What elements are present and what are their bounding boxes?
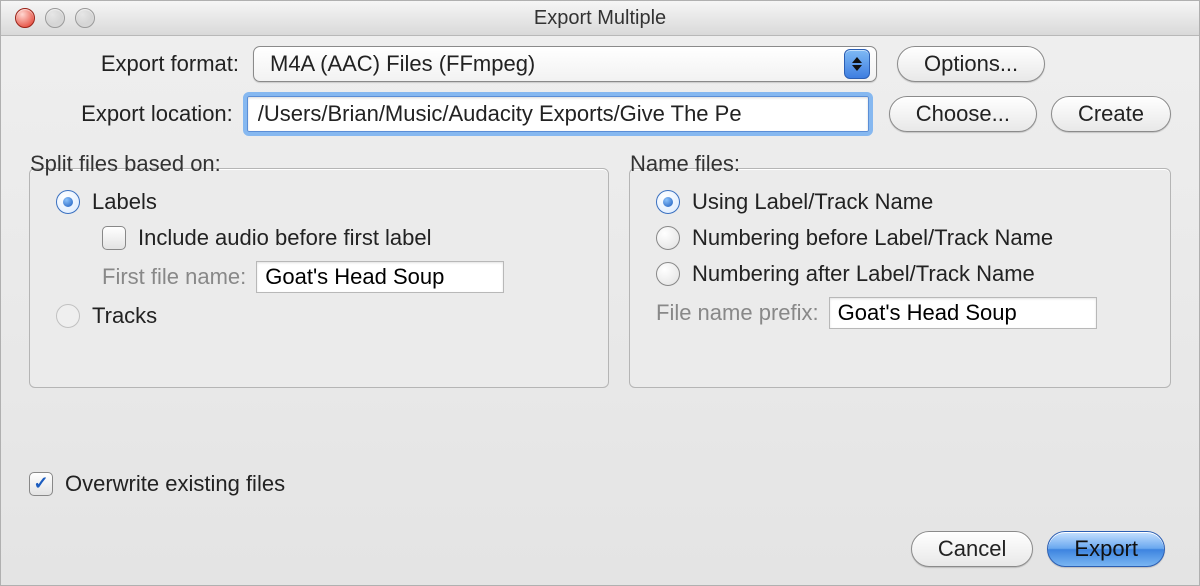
export-location-label: Export location: bbox=[29, 101, 247, 127]
split-labels-option[interactable]: Labels bbox=[56, 189, 588, 215]
file-name-prefix-row: File name prefix: bbox=[656, 297, 1150, 329]
name-files-group: Name files: Using Label/Track Name Numbe… bbox=[629, 168, 1171, 388]
split-files-group: Split files based on: Labels Include aud… bbox=[29, 168, 609, 388]
name-files-caption: Name files: bbox=[630, 151, 740, 177]
name-num-after-option[interactable]: Numbering after Label/Track Name bbox=[656, 261, 1150, 287]
export-location-input[interactable] bbox=[247, 96, 869, 132]
dialog-body: Export format: M4A (AAC) Files (FFmpeg) … bbox=[1, 36, 1199, 402]
select-stepper-icon bbox=[844, 49, 870, 79]
radio-icon bbox=[56, 190, 80, 214]
split-tracks-option[interactable]: Tracks bbox=[56, 303, 588, 329]
cancel-button[interactable]: Cancel bbox=[911, 531, 1033, 567]
name-using-option[interactable]: Using Label/Track Name bbox=[656, 189, 1150, 215]
export-format-select[interactable]: M4A (AAC) Files (FFmpeg) bbox=[253, 46, 877, 82]
checkbox-icon bbox=[102, 226, 126, 250]
overwrite-option[interactable]: Overwrite existing files bbox=[29, 471, 285, 497]
split-labels-label: Labels bbox=[92, 189, 157, 215]
group-row: Split files based on: Labels Include aud… bbox=[29, 168, 1171, 388]
name-num-before-label: Numbering before Label/Track Name bbox=[692, 225, 1053, 251]
window-controls bbox=[15, 8, 95, 28]
checkbox-icon bbox=[29, 472, 53, 496]
file-name-prefix-input[interactable] bbox=[829, 297, 1097, 329]
name-num-after-label: Numbering after Label/Track Name bbox=[692, 261, 1035, 287]
create-button[interactable]: Create bbox=[1051, 96, 1171, 132]
file-name-prefix-label: File name prefix: bbox=[656, 300, 819, 326]
titlebar: Export Multiple bbox=[1, 1, 1199, 36]
minimize-icon[interactable] bbox=[45, 8, 65, 28]
split-files-caption: Split files based on: bbox=[30, 151, 221, 177]
window-title: Export Multiple bbox=[534, 7, 666, 29]
overwrite-label: Overwrite existing files bbox=[65, 471, 285, 497]
export-location-row: Export location: Choose... Create bbox=[29, 96, 1171, 132]
radio-icon bbox=[656, 262, 680, 286]
radio-icon bbox=[656, 226, 680, 250]
first-file-name-input[interactable] bbox=[256, 261, 504, 293]
radio-icon bbox=[656, 190, 680, 214]
include-before-label: Include audio before first label bbox=[138, 225, 432, 251]
first-file-name-row: First file name: bbox=[102, 261, 588, 293]
name-num-before-option[interactable]: Numbering before Label/Track Name bbox=[656, 225, 1150, 251]
choose-button[interactable]: Choose... bbox=[889, 96, 1037, 132]
export-multiple-window: Export Multiple Export format: M4A (AAC)… bbox=[0, 0, 1200, 586]
dialog-buttons: Cancel Export bbox=[911, 531, 1165, 567]
radio-icon bbox=[56, 304, 80, 328]
zoom-icon[interactable] bbox=[75, 8, 95, 28]
export-format-label: Export format: bbox=[29, 51, 253, 77]
split-tracks-label: Tracks bbox=[92, 303, 157, 329]
export-format-row: Export format: M4A (AAC) Files (FFmpeg) … bbox=[29, 46, 1171, 82]
export-format-value: M4A (AAC) Files (FFmpeg) bbox=[270, 51, 535, 77]
name-using-label: Using Label/Track Name bbox=[692, 189, 933, 215]
close-icon[interactable] bbox=[15, 8, 35, 28]
options-button[interactable]: Options... bbox=[897, 46, 1045, 82]
export-button[interactable]: Export bbox=[1047, 531, 1165, 567]
first-file-name-label: First file name: bbox=[102, 264, 246, 290]
include-before-option[interactable]: Include audio before first label bbox=[102, 225, 588, 251]
